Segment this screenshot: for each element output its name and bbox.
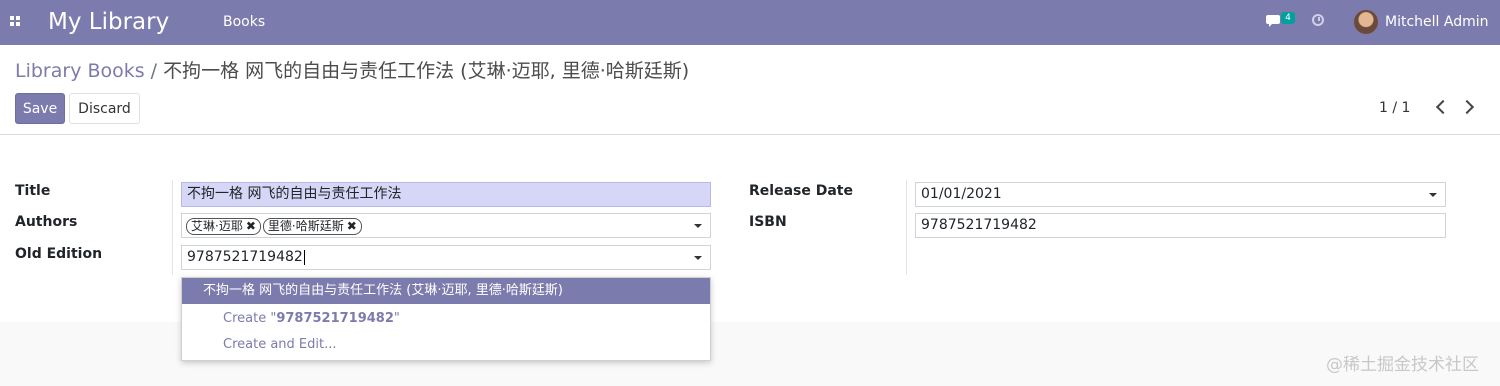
author-tag: 艾琳·迈耶 ✖ (186, 218, 261, 235)
top-navbar: My Library Books 4 Mitchell Admin (0, 0, 1500, 45)
column-separator (906, 180, 907, 275)
release-date-value: 01/01/2021 (921, 186, 1002, 202)
create-value: 9787521719482 (276, 311, 394, 326)
chevron-right-icon[interactable] (1459, 99, 1475, 115)
breadcrumb: Library Books / 不拘一格 网飞的自由与责任工作法 (艾琳·迈耶, 里… (15, 59, 689, 83)
release-date-field[interactable]: 01/01/2021 (915, 182, 1446, 207)
dropdown-option-match[interactable]: 不拘一格 网飞的自由与责任工作法 (艾琳·迈耶, 里德·哈斯廷斯) (182, 278, 710, 304)
menu-item-books[interactable]: Books (223, 14, 265, 30)
discard-button[interactable]: Discard (69, 93, 140, 124)
text-cursor (303, 249, 305, 265)
caret-down-icon[interactable] (694, 224, 702, 228)
create-suffix: " (393, 311, 400, 326)
avatar[interactable] (1354, 10, 1378, 34)
remove-tag-icon[interactable]: ✖ (246, 219, 256, 233)
breadcrumb-library-books[interactable]: Library Books (15, 60, 145, 82)
autocomplete-dropdown: 不拘一格 网飞的自由与责任工作法 (艾琳·迈耶, 里德·哈斯廷斯) Create… (181, 277, 711, 361)
old-edition-input[interactable]: 9787521719482 (181, 245, 711, 270)
remove-tag-icon[interactable]: ✖ (347, 219, 357, 233)
title-field[interactable]: 不拘一格 网飞的自由与责任工作法 (181, 182, 711, 207)
save-button[interactable]: Save (15, 93, 65, 124)
dropdown-create-and-edit-option[interactable]: Create and Edit... (182, 332, 710, 358)
title-label: Title (15, 183, 51, 199)
chevron-left-icon[interactable] (1435, 99, 1451, 115)
pager-value[interactable]: 1 / 1 (1379, 100, 1410, 116)
breadcrumb-current-record: 不拘一格 网飞的自由与责任工作法 (艾琳·迈耶, 里德·哈斯廷斯) (163, 60, 690, 82)
old-edition-label: Old Edition (15, 246, 103, 262)
old-edition-value: 9787521719482 (187, 249, 303, 265)
user-name[interactable]: Mitchell Admin (1385, 14, 1489, 30)
create-prefix: Create " (223, 311, 277, 326)
control-panel: Library Books / 不拘一格 网飞的自由与责任工作法 (艾琳·迈耶, 里… (0, 45, 1500, 135)
chat-count-badge: 4 (1281, 12, 1295, 24)
clock-icon[interactable] (1312, 14, 1324, 26)
isbn-field[interactable]: 9787521719482 (915, 213, 1446, 238)
caret-down-icon[interactable] (694, 256, 702, 260)
release-date-label: Release Date (749, 183, 853, 199)
watermark: @稀土掘金技术社区 (1326, 355, 1479, 375)
app-title[interactable]: My Library (48, 7, 169, 37)
author-tag-label: 艾琳·迈耶 (191, 219, 243, 233)
authors-field[interactable]: 艾琳·迈耶 ✖ 里德·哈斯廷斯 ✖ (181, 213, 711, 238)
author-tag: 里德·哈斯廷斯 ✖ (262, 218, 362, 235)
column-separator (172, 180, 173, 275)
authors-label: Authors (15, 214, 78, 230)
breadcrumb-separator: / (150, 60, 158, 82)
isbn-label: ISBN (749, 214, 787, 230)
author-tag-label: 里德·哈斯廷斯 (267, 219, 344, 233)
dropdown-create-option[interactable]: Create "9787521719482" (182, 306, 710, 332)
caret-down-icon[interactable] (1429, 193, 1437, 197)
apps-grid-icon[interactable] (10, 16, 21, 27)
